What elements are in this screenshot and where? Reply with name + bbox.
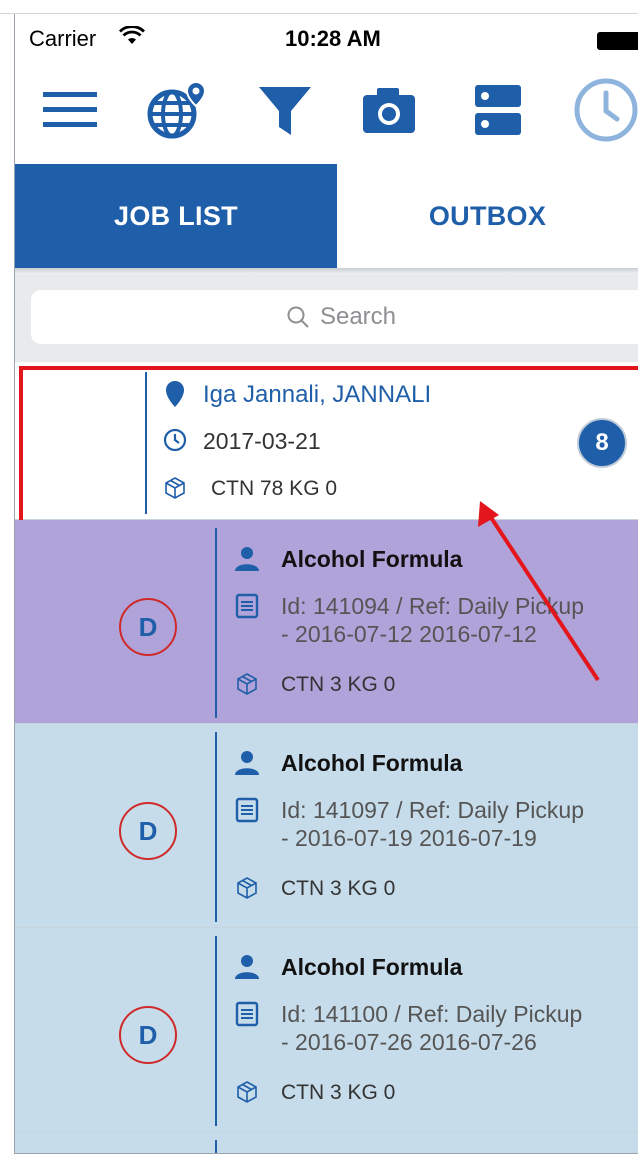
outer-top-border <box>0 0 638 14</box>
phone-screen: Carrier 10:28 AM JOB LIST OUTBOX Search … <box>14 14 638 1154</box>
arrow-shaft <box>488 514 600 682</box>
annotation-arrow <box>478 501 600 682</box>
